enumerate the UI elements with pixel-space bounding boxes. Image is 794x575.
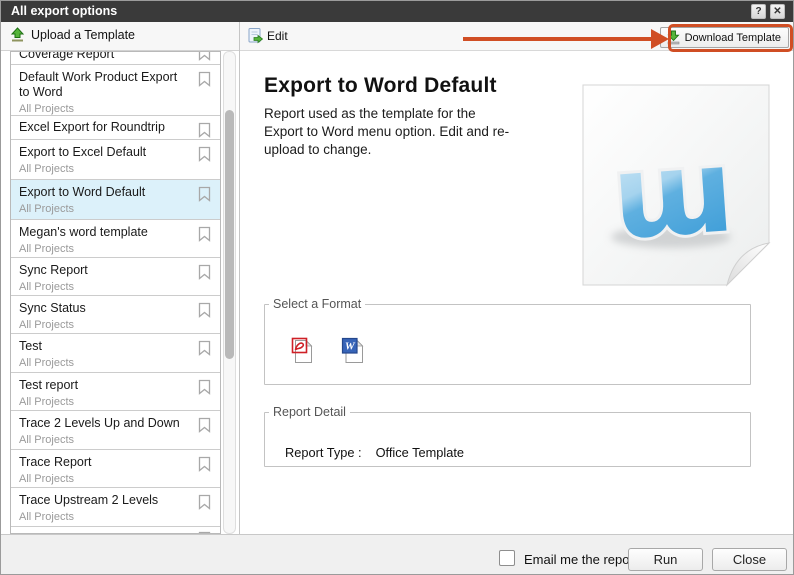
list-item-label: Coverage Report xyxy=(11,52,220,62)
list-item[interactable]: Excel Export for Roundtrip xyxy=(11,116,220,140)
list-item-label: Sync Status xyxy=(11,296,220,316)
run-button[interactable]: Run xyxy=(628,548,703,571)
list-item-sublabel: All Projects xyxy=(11,160,220,175)
list-item[interactable]: Default Work Product Export to Word All … xyxy=(11,65,220,116)
list-item[interactable]: Sync Status All Projects xyxy=(11,296,220,334)
list-item-sublabel: All Projects xyxy=(11,354,220,369)
report-type-label: Report Type : xyxy=(285,445,362,460)
word-template-image: ɯ xyxy=(573,79,780,291)
list-item[interactable]: Sync Report All Projects xyxy=(11,258,220,296)
bookmark-icon[interactable] xyxy=(198,226,211,242)
download-template-button[interactable]: Download Template xyxy=(660,27,789,48)
report-detail-section: Report Detail Report Type : Office Templa… xyxy=(264,405,751,467)
list-item-sublabel: All Projects xyxy=(11,316,220,331)
template-list-pane: Upload a Template Coverage Report Defaul… xyxy=(1,22,239,534)
list-item-sublabel: All Projects xyxy=(11,393,220,408)
list-item-label: Export to Word Default xyxy=(11,180,220,200)
detail-pane: Edit Download Template Export to Word De… xyxy=(239,22,794,534)
report-description: Report used as the template for the Expo… xyxy=(264,105,509,159)
svg-text:W: W xyxy=(345,341,356,353)
list-item-label: Test report xyxy=(11,373,220,393)
description-line: Report used as the template for the xyxy=(264,105,509,123)
bookmark-icon[interactable] xyxy=(198,264,211,280)
scrollbar-thumb[interactable] xyxy=(225,110,234,359)
list-item[interactable]: Test All Projects xyxy=(11,334,220,373)
report-detail-legend: Report Detail xyxy=(269,405,350,419)
list-item-label: Excel Export for Roundtrip xyxy=(11,116,220,135)
bookmark-icon[interactable] xyxy=(198,52,211,61)
list-item[interactable]: Trace 2 Levels Up and Down All Projects xyxy=(11,411,220,450)
report-type-value: Office Template xyxy=(376,445,464,460)
bookmark-icon[interactable] xyxy=(198,302,211,318)
description-line: Export to Word menu option. Edit and re- xyxy=(264,123,509,141)
close-icon[interactable]: ✕ xyxy=(770,4,785,19)
list-item-clipped[interactable] xyxy=(11,527,220,534)
word-format-icon[interactable]: W xyxy=(341,337,365,364)
list-item-label: Trace 2 Levels Up and Down xyxy=(11,411,220,431)
upload-icon xyxy=(9,27,26,43)
list-item-label: Default Work Product Export to Word xyxy=(11,65,220,100)
bookmark-icon[interactable] xyxy=(198,456,211,472)
dialog-titlebar: All export options ? ✕ xyxy=(1,1,793,22)
list-item-selected[interactable]: Export to Word Default All Projects xyxy=(11,180,220,220)
edit-icon xyxy=(247,27,264,44)
report-title: Export to Word Default xyxy=(264,74,497,98)
annotation-arrow-line xyxy=(463,37,653,41)
left-toolbar: Upload a Template xyxy=(1,22,239,51)
bookmark-icon[interactable] xyxy=(198,122,211,138)
edit-button[interactable]: Edit xyxy=(247,27,288,44)
description-line: upload to change. xyxy=(264,141,509,159)
list-item[interactable]: Trace Upstream 2 Levels All Projects xyxy=(11,488,220,527)
bookmark-icon[interactable] xyxy=(198,71,211,87)
dialog-title: All export options xyxy=(11,1,117,22)
detail-content: Export to Word Default Report used as th… xyxy=(240,51,794,534)
close-button[interactable]: Close xyxy=(712,548,787,571)
list-item-label: Megan's word template xyxy=(11,220,220,240)
list-item-label: Export to Excel Default xyxy=(11,140,220,160)
pdf-format-icon[interactable] xyxy=(291,337,314,364)
select-format-section: Select a Format W xyxy=(264,297,751,385)
bookmark-icon[interactable] xyxy=(198,146,211,162)
list-item-label: Sync Report xyxy=(11,258,220,278)
bookmark-icon[interactable] xyxy=(198,340,211,356)
report-type-line: Report Type : Office Template xyxy=(285,445,464,460)
bookmark-icon[interactable] xyxy=(198,494,211,510)
bookmark-icon[interactable] xyxy=(198,417,211,433)
svg-text:ɯ: ɯ xyxy=(608,123,738,266)
list-item-sublabel: All Projects xyxy=(11,100,220,115)
list-item[interactable]: Coverage Report xyxy=(11,52,220,65)
list-item-sublabel: All Projects xyxy=(11,278,220,293)
edit-label: Edit xyxy=(267,29,288,43)
list-item-sublabel: All Projects xyxy=(11,240,220,255)
email-report-checkbox[interactable] xyxy=(499,550,515,566)
annotation-arrow-head xyxy=(651,29,669,49)
list-item-sublabel: All Projects xyxy=(11,508,220,523)
list-item[interactable]: Megan's word template All Projects xyxy=(11,220,220,258)
bookmark-icon[interactable] xyxy=(198,186,211,202)
list-item-sublabel: All Projects xyxy=(11,431,220,446)
export-options-dialog: All export options ? ✕ Upload a Template… xyxy=(0,0,794,575)
list-item-sublabel: All Projects xyxy=(11,200,220,215)
list-item[interactable]: Export to Excel Default All Projects xyxy=(11,140,220,180)
help-icon[interactable]: ? xyxy=(751,4,766,19)
format-icon-group: W xyxy=(291,337,365,364)
list-item-sublabel: All Projects xyxy=(11,470,220,485)
list-item-label: Trace Upstream 2 Levels xyxy=(11,488,220,508)
list-item-label: Trace Report xyxy=(11,450,220,470)
email-report-label: Email me the report xyxy=(524,552,637,567)
list-item-label: Test xyxy=(11,334,220,354)
select-format-legend: Select a Format xyxy=(269,297,365,311)
download-template-label: Download Template xyxy=(685,32,781,44)
list-item[interactable]: Trace Report All Projects xyxy=(11,450,220,488)
list-item[interactable]: Test report All Projects xyxy=(11,373,220,411)
dialog-footer: Email me the report Run Close xyxy=(1,534,793,575)
list-scrollbar[interactable] xyxy=(223,51,236,534)
upload-template-label: Upload a Template xyxy=(31,28,135,42)
template-list: Coverage Report Default Work Product Exp… xyxy=(10,51,221,534)
upload-template-button[interactable]: Upload a Template xyxy=(9,27,135,43)
bookmark-icon[interactable] xyxy=(198,379,211,395)
